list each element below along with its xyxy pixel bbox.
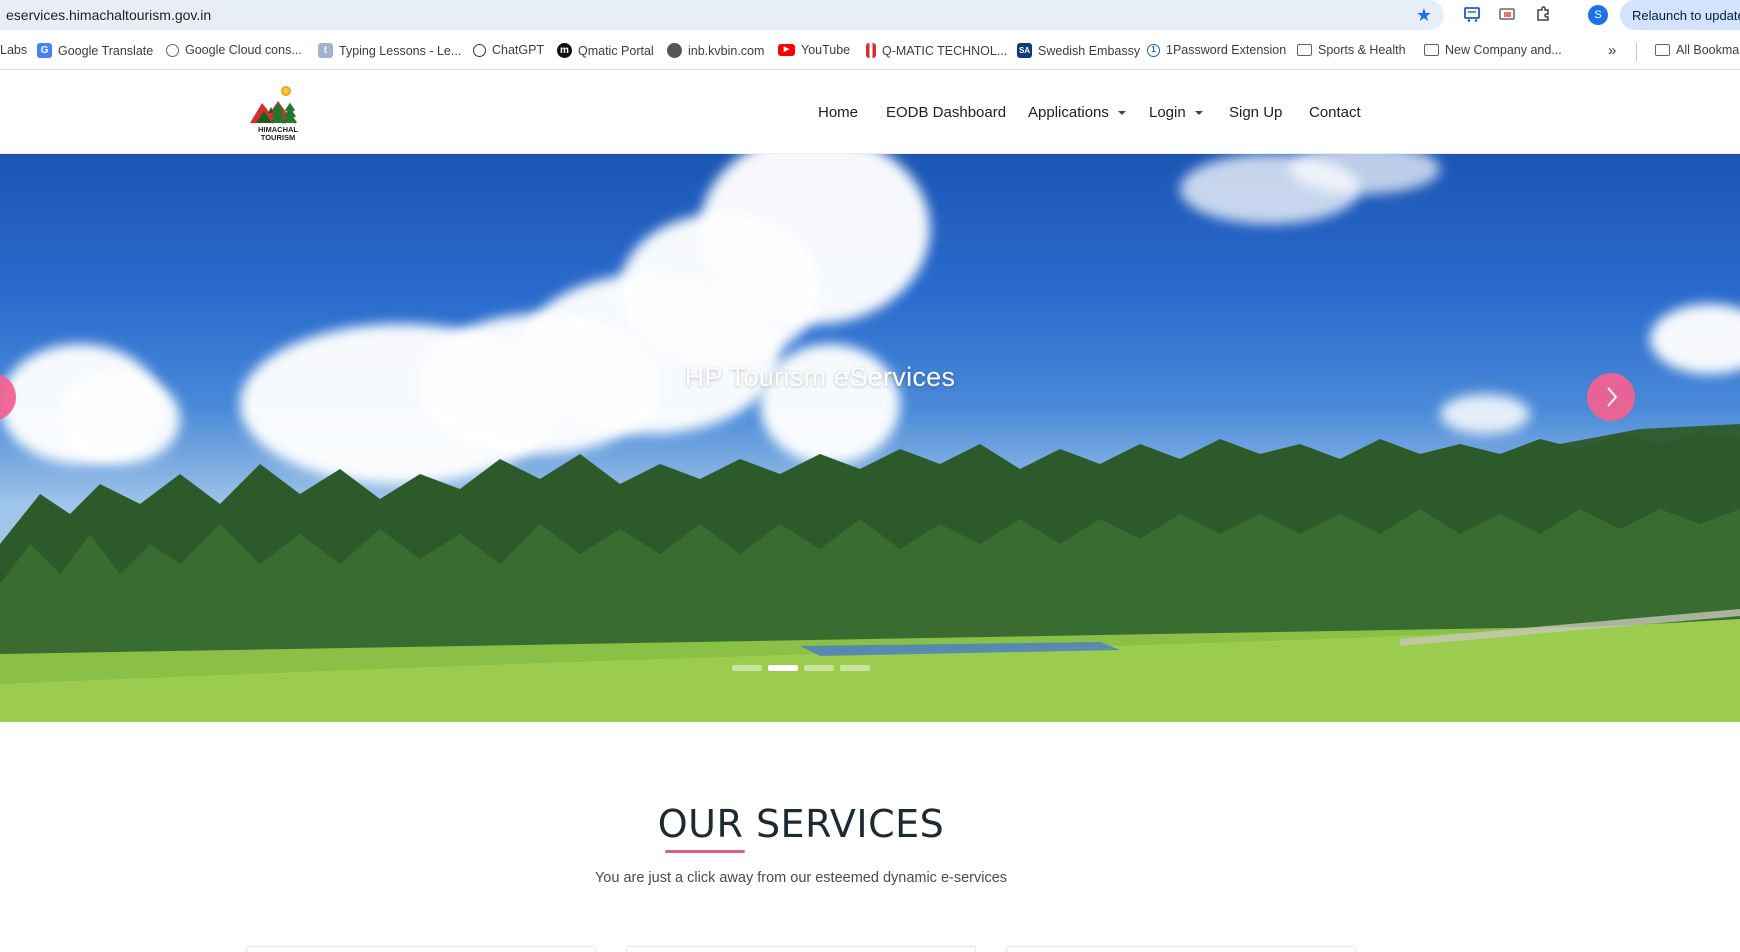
sa-icon: SA bbox=[1017, 43, 1032, 58]
bookmark-label: New Company and... bbox=[1445, 43, 1562, 57]
services-heading-underline bbox=[665, 850, 745, 853]
logo-text: HIMACHAL TOURISM bbox=[248, 126, 308, 142]
bookmark-star-icon[interactable]: ★ bbox=[1416, 5, 1432, 26]
bookmark-label: Google Cloud cons... bbox=[185, 43, 302, 57]
carousel-indicator-2[interactable] bbox=[768, 665, 798, 671]
bookmark-label: Typing Lessons - Le... bbox=[339, 43, 462, 58]
nav-login-label: Login bbox=[1149, 104, 1186, 121]
nav-applications-dropdown[interactable]: Applications bbox=[1028, 104, 1126, 121]
bookmark-label: Labs bbox=[0, 43, 28, 57]
services-subtitle: You are just a click away from our estee… bbox=[594, 870, 1008, 886]
bookmark-1password[interactable]: 1 1Password Extension bbox=[1147, 43, 1286, 57]
address-bar[interactable]: eservices.himachaltourism.gov.in ★ bbox=[0, 0, 1444, 30]
browser-toolbar: eservices.himachaltourism.gov.in ★ S Rel… bbox=[0, 0, 1740, 30]
bookmark-labs[interactable]: Labs bbox=[0, 43, 27, 57]
bookmark-swedish-embassy[interactable]: SA Swedish Embassy bbox=[1017, 43, 1140, 58]
service-card[interactable] bbox=[246, 946, 596, 952]
more-bookmarks-chevron-icon[interactable]: » bbox=[1608, 42, 1616, 59]
carousel-next-button[interactable] bbox=[1587, 373, 1635, 421]
bookmarks-separator bbox=[1636, 43, 1637, 61]
forest-illustration bbox=[0, 424, 1740, 722]
bookmark-label: Q-MATIC TECHNOL... bbox=[882, 43, 1008, 58]
folder-icon bbox=[1297, 44, 1312, 56]
service-card[interactable] bbox=[1006, 946, 1356, 952]
chatgpt-icon bbox=[473, 43, 486, 57]
bookmark-label: Swedish Embassy bbox=[1038, 43, 1141, 58]
nav-home-label: Home bbox=[818, 104, 859, 121]
nav-login-dropdown[interactable]: Login bbox=[1149, 104, 1203, 121]
relaunch-button[interactable]: Relaunch to update bbox=[1620, 0, 1740, 30]
services-heading: OUR SERVICES bbox=[657, 802, 945, 846]
bookmark-qmatic-portal[interactable]: m Qmatic Portal bbox=[557, 43, 654, 58]
caret-down-icon bbox=[1194, 110, 1203, 115]
bookmark-label: 1Password Extension bbox=[1166, 43, 1287, 57]
carousel-indicators bbox=[732, 665, 870, 671]
all-bookmarks-folder[interactable]: All Bookma bbox=[1655, 43, 1739, 57]
carousel-indicator-3[interactable] bbox=[804, 665, 834, 671]
bookmark-label: Qmatic Portal bbox=[578, 43, 654, 58]
hero-title: HP Tourism eServices bbox=[684, 362, 956, 392]
nav-eodb-label: EODB Dashboard bbox=[886, 104, 1007, 121]
bookmark-label: ChatGPT bbox=[492, 43, 545, 57]
bookmark-label: Sports & Health bbox=[1318, 43, 1406, 57]
cast-icon[interactable] bbox=[1497, 5, 1517, 25]
shopping-cart-icon[interactable] bbox=[1462, 5, 1482, 25]
bookmark-chatgpt[interactable]: ChatGPT bbox=[473, 43, 544, 57]
nav-eodb-dashboard[interactable]: EODB Dashboard bbox=[886, 104, 1006, 121]
service-card[interactable] bbox=[626, 946, 976, 952]
url-text[interactable]: eservices.himachaltourism.gov.in bbox=[6, 7, 211, 23]
nav-contact-label: Contact bbox=[1309, 104, 1361, 121]
globe-icon bbox=[667, 43, 682, 58]
bookmark-folder-sports-health[interactable]: Sports & Health bbox=[1297, 43, 1406, 57]
caret-down-icon bbox=[1117, 110, 1126, 115]
bookmark-youtube[interactable]: ▶ YouTube bbox=[778, 43, 850, 57]
bookmark-typing-lessons[interactable]: t Typing Lessons - Le... bbox=[318, 43, 461, 58]
logo-mark-icon bbox=[250, 86, 297, 124]
qmatic-icon: m bbox=[557, 43, 572, 58]
bookmark-folder-new-company[interactable]: New Company and... bbox=[1424, 43, 1562, 57]
himachal-tourism-logo[interactable]: HIMACHAL TOURISM bbox=[248, 83, 308, 145]
folder-icon bbox=[1655, 44, 1670, 56]
bookmark-google-cloud[interactable]: Google Cloud cons... bbox=[166, 43, 302, 57]
extensions-puzzle-icon[interactable] bbox=[1533, 5, 1553, 25]
qmatic-bars-icon bbox=[866, 43, 876, 58]
youtube-icon: ▶ bbox=[778, 44, 795, 56]
hero-carousel: HP Tourism eServices bbox=[0, 154, 1740, 722]
nav-contact[interactable]: Contact bbox=[1309, 104, 1361, 121]
nav-signup-label: Sign Up bbox=[1229, 104, 1283, 121]
nav-home[interactable]: Home bbox=[818, 104, 858, 121]
bookmarks-bar: Labs G Google Translate Google Cloud cons… bbox=[0, 34, 1740, 70]
folder-icon bbox=[1424, 44, 1439, 56]
bookmark-inb-kvbin[interactable]: inb.kvbin.com bbox=[667, 43, 764, 58]
google-cloud-icon bbox=[166, 43, 179, 57]
nav-applications-label: Applications bbox=[1028, 104, 1109, 121]
typing-icon: t bbox=[318, 43, 333, 58]
carousel-indicator-1[interactable] bbox=[732, 665, 762, 671]
google-translate-icon: G bbox=[37, 43, 52, 58]
bookmark-label: YouTube bbox=[801, 43, 851, 57]
bookmark-google-translate[interactable]: G Google Translate bbox=[37, 43, 153, 58]
all-bookmarks-label: All Bookma bbox=[1676, 43, 1740, 57]
bookmark-label: Google Translate bbox=[58, 43, 154, 58]
logo-line-2: TOURISM bbox=[260, 133, 296, 142]
nav-sign-up[interactable]: Sign Up bbox=[1229, 104, 1282, 121]
bookmark-qmatic-technol[interactable]: Q-MATIC TECHNOL... bbox=[866, 43, 1007, 58]
profile-avatar[interactable]: S bbox=[1588, 5, 1608, 25]
bookmark-label: inb.kvbin.com bbox=[688, 43, 765, 58]
chevron-right-icon bbox=[1607, 387, 1618, 407]
carousel-indicator-4[interactable] bbox=[840, 665, 870, 671]
onepassword-icon: 1 bbox=[1147, 43, 1160, 57]
site-header: HIMACHAL TOURISM Home EODB Dashboard App… bbox=[0, 73, 1740, 154]
